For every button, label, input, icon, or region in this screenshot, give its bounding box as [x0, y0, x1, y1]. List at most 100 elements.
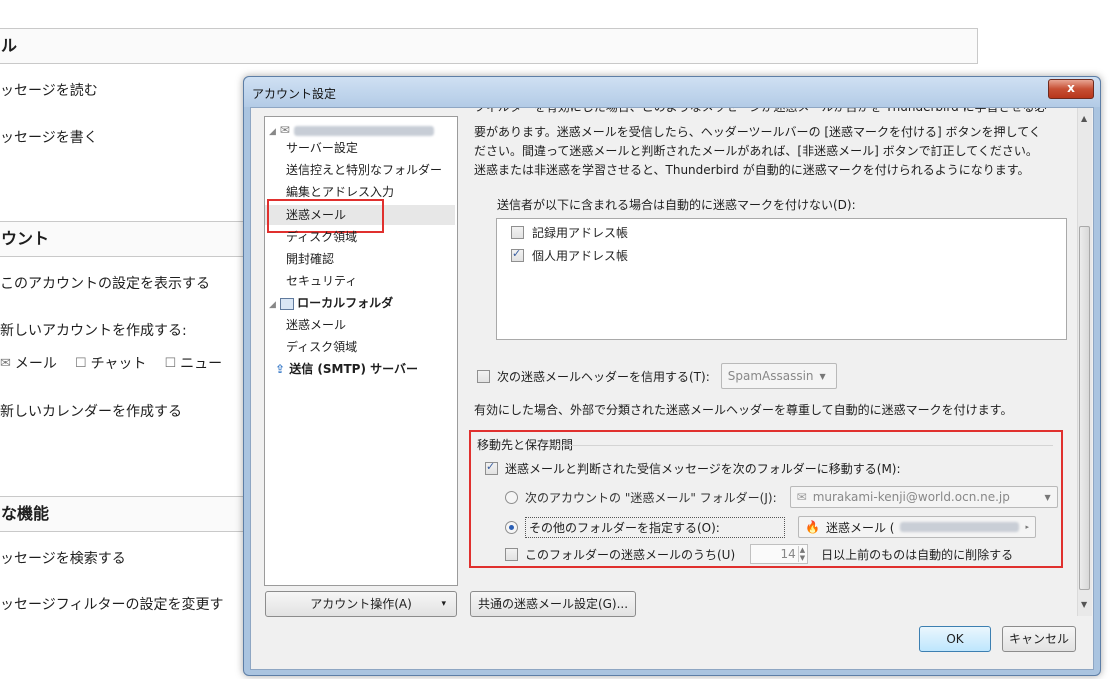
tree-smtp[interactable]: ⇪ 送信 (SMTP) サーバー	[275, 360, 418, 378]
filter-settings-link[interactable]: ッセージフィルターの設定を変更す	[0, 594, 223, 614]
create-mail-link[interactable]: ✉ メール	[0, 353, 57, 373]
section-title: な機能	[1, 504, 50, 523]
tree-account-root[interactable]: ◢ ✉	[269, 121, 434, 141]
spam-header-value: SpamAssassin	[727, 369, 814, 383]
account-junk-label: 次のアカウントの "迷惑メール" フォルダー(J):	[525, 490, 777, 505]
account-actions-label: アカウント操作(A)	[310, 597, 412, 611]
trust-header-label: 次の迷惑メールヘッダーを信用する(T):	[497, 369, 710, 384]
account-folder-select[interactable]: ✉ murakami-kenji@world.ocn.ne.jp ▼	[789, 486, 1058, 508]
address-book-item[interactable]: 記録用アドレス帳	[511, 224, 628, 241]
collapse-icon: ◢	[269, 127, 276, 137]
scroll-up-icon[interactable]: ▲	[1081, 114, 1087, 123]
address-book-label: 個人用アドレス帳	[532, 249, 629, 263]
chevron-down-icon: ▼	[1044, 492, 1051, 502]
tree-item-copies-folders[interactable]: 送信控えと特別なフォルダー	[286, 161, 442, 179]
address-book-checkbox[interactable]	[511, 226, 524, 239]
cancel-button[interactable]: キャンセル	[1002, 626, 1076, 652]
write-messages-link[interactable]: ッセージを書く	[0, 127, 98, 147]
account-folder-icon: ✉	[796, 490, 807, 504]
create-chat-link[interactable]: ☐ チャット	[75, 353, 147, 373]
spinner-arrows-icon[interactable]: ▲ ▼	[797, 546, 805, 562]
smtp-label: 送信 (SMTP) サーバー	[289, 362, 419, 376]
other-folder-label: その他のフォルダーを指定する(O):	[525, 516, 785, 538]
global-junk-settings-label: 共通の迷惑メール設定(G)...	[477, 597, 629, 611]
create-mail-label: メール	[14, 356, 57, 372]
account-settings-link[interactable]: このアカウントの設定を表示する	[0, 273, 210, 293]
trust-header-checkbox[interactable]	[477, 369, 490, 383]
tree-item-server-settings[interactable]: サーバー設定	[286, 139, 358, 157]
collapse-icon: ◢	[269, 300, 276, 310]
dialog-client: ◢ ✉ サーバー設定 送信控えと特別なフォルダー 編集とアドレス入力 迷惑メール…	[250, 107, 1094, 670]
move-junk-label: 迷惑メールと判断された受信メッセージを次のフォルダーに移動する(M):	[505, 462, 901, 476]
move-row: 迷惑メールと判断された受信メッセージを次のフォルダーに移動する(M):	[485, 460, 901, 477]
spam-header-select[interactable]: SpamAssassin ▼	[720, 363, 837, 389]
intro-line-2: ださい。間違って迷惑メールと判断されたメールがあれば、[非迷惑メール] ボタンで…	[474, 144, 1038, 158]
account-name-redacted	[293, 125, 434, 136]
read-messages-link[interactable]: ッセージを読む	[0, 80, 98, 100]
account-folder-value: murakami-kenji@world.ocn.ne.jp	[812, 490, 1010, 504]
move-junk-checkbox[interactable]	[485, 460, 498, 475]
section-title: ル	[1, 36, 18, 55]
smtp-server-icon: ⇪	[275, 362, 286, 376]
radio-other-row: その他のフォルダーを指定する(O): 🔥 迷惑メール ( ▸	[505, 516, 1036, 538]
tree-item-local-disk[interactable]: ディスク領域	[286, 338, 357, 356]
tree-item-disk-space[interactable]: ディスク領域	[286, 228, 357, 246]
local-folder-label: ローカルフォルダ	[297, 296, 394, 310]
delete-row: このフォルダーの迷惑メールのうち(U) 14 ▲ ▼ 日以上前のものは自動的に削除…	[505, 544, 1013, 564]
cancel-label: キャンセル	[1008, 632, 1069, 646]
delete-days-spinner[interactable]: 14 ▲ ▼	[750, 544, 809, 564]
mail-account-icon: ✉	[279, 123, 290, 137]
section-title: ウント	[1, 229, 50, 248]
pane-scrollbar[interactable]: ▲ ▼	[1077, 108, 1092, 616]
other-folder-select[interactable]: 🔥 迷惑メール ( ▸	[798, 516, 1036, 538]
address-book-list[interactable]: 記録用アドレス帳 個人用アドレス帳	[496, 218, 1067, 340]
delete-days-value: 14	[780, 547, 796, 561]
create-account-options: ✉ メール ☐ チャット ☐ ニュー	[0, 353, 222, 373]
news-icon: ☐	[164, 355, 177, 371]
folder-name-redacted	[900, 522, 1020, 532]
intro-line-1: 要があります。迷惑メールを受信したら、ヘッダーツールバーの [迷惑マークを付ける…	[474, 125, 1041, 139]
dropdown-arrow-icon: ▾	[441, 599, 446, 609]
whitelist-label: 送信者が以下に含まれる場合は自動的に迷惑マークを付けない(D):	[497, 198, 856, 212]
tree-item-security[interactable]: セキュリティ	[286, 272, 357, 290]
create-news-link[interactable]: ☐ ニュー	[164, 353, 222, 373]
close-icon: x	[1067, 81, 1075, 95]
account-tree[interactable]: ◢ ✉ サーバー設定 送信控えと特別なフォルダー 編集とアドレス入力 迷惑メール…	[264, 116, 458, 586]
scroll-thumb[interactable]	[1079, 226, 1090, 590]
tree-item-local-junk[interactable]: 迷惑メール	[286, 316, 346, 334]
delete-junk-checkbox[interactable]	[505, 547, 518, 561]
other-folder-radio[interactable]	[505, 520, 518, 534]
junk-settings-pane: フィルターを有効にした場合、このようなメッセージが迷惑メールか否かを Thund…	[469, 108, 1072, 604]
chevron-down-icon: ▸	[1025, 523, 1029, 531]
section-header-advanced: な機能	[0, 496, 248, 532]
create-calendar-link[interactable]: 新しいカレンダーを作成する	[0, 401, 182, 421]
address-book-item[interactable]: 個人用アドレス帳	[511, 247, 628, 264]
scroll-down-icon[interactable]: ▼	[1081, 600, 1087, 609]
computer-icon	[280, 297, 295, 310]
section-header-accounts: ウント	[0, 221, 248, 257]
address-book-checkbox[interactable]	[511, 247, 524, 262]
folder-flame-icon: 🔥	[805, 520, 820, 534]
search-messages-link[interactable]: ッセージを検索する	[0, 548, 126, 568]
global-junk-settings-button[interactable]: 共通の迷惑メール設定(G)...	[470, 591, 636, 617]
ok-button[interactable]: OK	[919, 626, 991, 652]
close-button[interactable]: x	[1048, 79, 1094, 99]
account-settings-dialog: アカウント設定 x ◢ ✉ サーバー設定 送信控えと特別なフォルダー 編集とアド…	[243, 76, 1101, 676]
chat-icon: ☐	[74, 355, 87, 371]
dialog-titlebar[interactable]: アカウント設定 x	[244, 77, 1100, 107]
dialog-title: アカウント設定	[252, 87, 337, 101]
trust-header-note: 有効にした場合、外部で分類された迷惑メールヘッダーを尊重して自動的に迷惑マークを…	[474, 403, 1013, 417]
ok-label: OK	[946, 632, 964, 646]
account-actions-button[interactable]: アカウント操作(A) ▾	[265, 591, 457, 617]
account-junk-radio[interactable]	[505, 490, 518, 504]
create-news-label: ニュー	[180, 356, 223, 372]
intro-line-3: 迷惑または非迷惑を学習させると、Thunderbird が自動的に迷惑マークを付…	[474, 163, 1030, 177]
trust-header-row: 次の迷惑メールヘッダーを信用する(T): SpamAssassin ▼	[477, 363, 837, 389]
delete-junk-label: このフォルダーの迷惑メールのうち(U)	[525, 547, 736, 562]
intro-line-0: フィルターを有効にした場合、このようなメッセージが迷惑メールか否かを Thund…	[474, 108, 1054, 117]
radio-account-row: 次のアカウントの "迷惑メール" フォルダー(J): ✉ murakami-ke…	[505, 486, 1058, 508]
address-book-label: 記録用アドレス帳	[532, 226, 629, 240]
tree-local-folders[interactable]: ◢ ローカルフォルダ	[269, 294, 393, 314]
chevron-down-icon: ▼	[819, 371, 826, 381]
tree-item-receipts[interactable]: 開封確認	[286, 250, 334, 268]
